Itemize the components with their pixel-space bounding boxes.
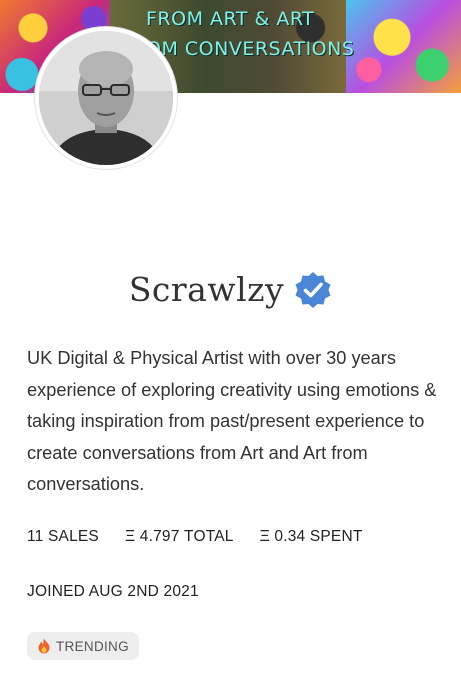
verified-badge-icon bbox=[294, 271, 332, 309]
stat-sales: 11 SALES bbox=[27, 528, 99, 545]
trending-badge[interactable]: TRENDING bbox=[27, 632, 139, 660]
banner-line-2: OM CONVERSATIONS bbox=[146, 38, 355, 60]
trending-label: TRENDING bbox=[56, 638, 129, 654]
fire-icon bbox=[37, 638, 51, 654]
avatar-photo bbox=[39, 31, 173, 165]
stat-spent: Ξ 0.34 SPENT bbox=[259, 528, 363, 545]
profile-stats: 11 SALES Ξ 4.797 TOTAL Ξ 0.34 SPENT bbox=[27, 528, 389, 546]
profile-name-row: Scrawlzy bbox=[0, 270, 461, 309]
joined-date: JOINED AUG 2ND 2021 bbox=[27, 583, 199, 600]
profile-bio: UK Digital & Physical Artist with over 3… bbox=[27, 348, 437, 494]
profile-name: Scrawlzy bbox=[128, 270, 285, 309]
banner-text: FROM ART & ART OM CONVERSATIONS bbox=[146, 4, 355, 64]
avatar[interactable] bbox=[35, 27, 177, 169]
stat-total: Ξ 4.797 TOTAL bbox=[124, 528, 234, 545]
banner-artwork-right bbox=[346, 0, 461, 93]
banner-line-1: FROM ART & ART bbox=[146, 8, 315, 30]
